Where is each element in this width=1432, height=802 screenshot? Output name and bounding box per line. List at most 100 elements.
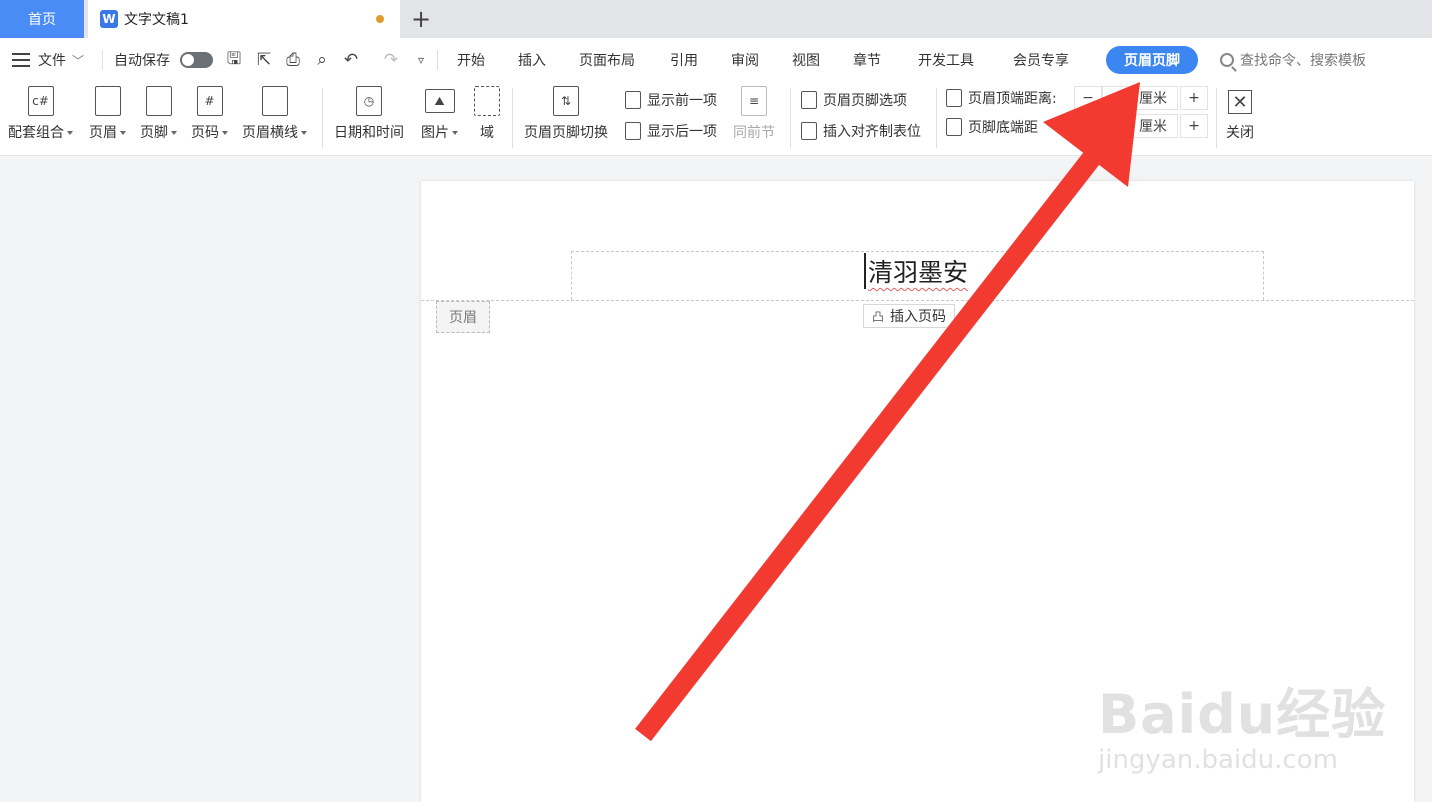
header-tag: 页眉 — [436, 301, 490, 333]
new-tab-button[interactable]: + — [408, 4, 434, 34]
same-as-previous-label: 同前节 — [733, 125, 775, 141]
menu-item-member[interactable]: 会员专享 — [1013, 38, 1069, 82]
header-distance-input[interactable]: 厘米 — [1102, 86, 1178, 110]
combo-label: 配套组合 — [8, 125, 64, 141]
datetime-label: 日期和时间 — [334, 125, 404, 141]
insert-page-number-button[interactable]: 凸 插入页码 — [863, 304, 956, 328]
header-button[interactable]: 页眉 — [89, 86, 126, 142]
datetime-button[interactable]: ◷ 日期和时间 — [334, 86, 404, 142]
footer-bottom-distance-label-group: 页脚底端距 — [946, 117, 1038, 137]
header-distance-decrement[interactable]: − — [1074, 86, 1102, 110]
show-next-button[interactable]: 显示后一项 — [625, 121, 717, 141]
picture-icon: ⛰ — [424, 89, 455, 113]
menu-icon[interactable] — [12, 53, 30, 67]
watermark-brand: Baidu经验 — [1098, 683, 1387, 746]
divider — [322, 88, 323, 148]
picture-button[interactable]: ⛰ 图片 — [421, 86, 458, 142]
header-distance-increment[interactable]: + — [1180, 86, 1208, 110]
same-as-previous-icon: ≡ — [741, 86, 767, 116]
combo-button[interactable]: c# 配套组合 — [8, 86, 73, 142]
header-boundary — [421, 300, 1414, 301]
header-footer-switch-label: 页眉页脚切换 — [524, 125, 608, 141]
insert-align-tab-label: 插入对齐制表位 — [823, 124, 921, 140]
header-line-button[interactable]: 页眉横线 — [242, 86, 307, 142]
divider — [790, 88, 791, 148]
undo-icon[interactable]: ↶ — [340, 49, 362, 71]
menu-item-developer[interactable]: 开发工具 — [918, 38, 974, 82]
menu-item-insert[interactable]: 插入 — [518, 38, 546, 82]
close-header-footer-button[interactable]: ✕ 关闭 — [1226, 86, 1254, 142]
header-distance-unit: 厘米 — [1139, 91, 1167, 107]
tab-document-label: 文字文稿1 — [124, 12, 189, 28]
footer-distance-input[interactable]: 厘米 — [1102, 114, 1178, 138]
insert-align-tab-button[interactable]: 插入对齐制表位 — [801, 121, 921, 141]
page-number-icon: # — [196, 86, 223, 116]
footer-label: 页脚 — [140, 125, 168, 141]
tab-document[interactable]: W 文字文稿1 — [88, 0, 400, 38]
export-icon[interactable]: ⇱ — [253, 49, 275, 71]
combo-icon: c# — [27, 86, 54, 116]
header-top-distance-label-group: 页眉顶端距离: — [946, 88, 1057, 108]
wps-writer-icon: W — [100, 10, 118, 28]
field-button[interactable]: 域 — [474, 86, 500, 142]
file-menu[interactable]: 文件 ﹀ — [38, 38, 84, 82]
unsaved-dot-icon — [376, 15, 384, 23]
customize-toolbar-icon[interactable]: ▿ — [410, 49, 432, 71]
divider — [936, 88, 937, 148]
divider — [437, 50, 438, 70]
menu-item-view[interactable]: 视图 — [792, 38, 820, 82]
menu-item-header-footer-label: 页眉页脚 — [1124, 53, 1180, 69]
divider — [102, 50, 103, 70]
field-label: 域 — [480, 125, 494, 141]
header-label: 页眉 — [89, 125, 117, 141]
show-previous-icon — [625, 91, 641, 109]
autosave-toggle[interactable] — [180, 52, 213, 68]
align-tab-icon — [801, 122, 817, 140]
page-number-button[interactable]: # 页码 — [191, 86, 228, 142]
options-icon — [801, 91, 817, 109]
search-icon — [1220, 53, 1234, 67]
file-menu-label: 文件 — [38, 53, 66, 69]
footer-icon — [145, 86, 172, 116]
show-next-icon — [625, 122, 641, 140]
footer-button[interactable]: 页脚 — [140, 86, 177, 142]
header-footer-options-button[interactable]: 页眉页脚选项 — [801, 90, 907, 110]
close-icon: ✕ — [1228, 90, 1252, 114]
show-next-label: 显示后一项 — [647, 124, 717, 140]
header-line-label: 页眉横线 — [242, 125, 298, 141]
tab-home[interactable]: 首页 — [0, 0, 84, 38]
page-number-label: 页码 — [191, 125, 219, 141]
header-distance-icon — [946, 89, 962, 107]
menu-item-start[interactable]: 开始 — [457, 38, 485, 82]
chevron-down-icon: ﹀ — [72, 53, 85, 68]
menu-item-review[interactable]: 审阅 — [731, 38, 759, 82]
header-footer-options-label: 页眉页脚选项 — [823, 93, 907, 109]
header-top-distance-label: 页眉顶端距离: — [968, 91, 1057, 107]
print-preview-icon[interactable]: ⌕ — [311, 49, 333, 71]
header-text[interactable]: 清羽墨安 — [864, 253, 968, 289]
tab-home-label: 首页 — [28, 12, 56, 28]
menu-item-page-layout[interactable]: 页面布局 — [579, 38, 635, 82]
autosave-label: 自动保存 — [114, 53, 170, 69]
show-previous-label: 显示前一项 — [647, 93, 717, 109]
search-placeholder: 查找命令、搜索模板 — [1240, 53, 1366, 69]
command-search[interactable]: 查找命令、搜索模板 — [1220, 38, 1366, 82]
print-icon[interactable]: ⎙ — [282, 49, 304, 71]
show-previous-button[interactable]: 显示前一项 — [625, 90, 717, 110]
same-as-previous-button[interactable]: ≡ 同前节 — [733, 86, 775, 142]
footer-distance-increment[interactable]: + — [1180, 114, 1208, 138]
watermark-url: jingyan.baidu.com — [1098, 745, 1338, 775]
menu-item-references[interactable]: 引用 — [670, 38, 698, 82]
menu-item-header-footer[interactable]: 页眉页脚 — [1106, 46, 1198, 74]
baidu-watermark: Baidu经验 jingyan.baidu.com — [1098, 670, 1386, 775]
save-icon[interactable]: 🖫 — [223, 49, 245, 71]
calendar-clock-icon: ◷ — [356, 86, 382, 116]
menu-item-section[interactable]: 章节 — [853, 38, 881, 82]
tab-bar: 首页 W 文字文稿1 + — [0, 0, 1432, 38]
insert-page-number-label: 插入页码 — [890, 309, 947, 325]
footer-distance-unit: 厘米 — [1139, 119, 1167, 135]
ribbon-header-footer: c# 配套组合 页眉 页脚 # 页码 页眉横线 ◷ 日期和时间 ⛰ 图片 域 ⇅… — [0, 82, 1432, 156]
header-footer-switch-button[interactable]: ⇅ 页眉页脚切换 — [524, 86, 608, 142]
redo-icon[interactable]: ↷ — [380, 49, 402, 71]
divider — [1216, 88, 1217, 148]
